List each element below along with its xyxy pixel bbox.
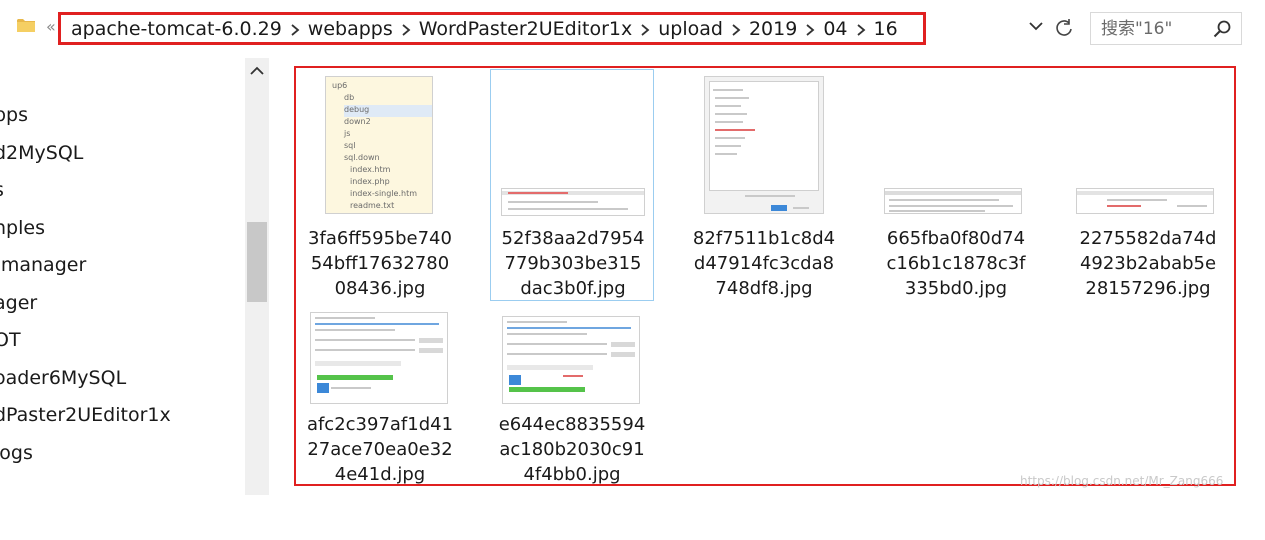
file-name-line: 2275582da74d	[1079, 228, 1217, 249]
file-name-line: dac3b0f.jpg	[520, 278, 626, 299]
file-thumbnail	[502, 316, 640, 404]
search-input[interactable]	[1091, 13, 1209, 44]
folder-icon	[17, 19, 35, 32]
file-name-line: 4f4bb0.jpg	[523, 464, 621, 485]
nav-item[interactable]: s	[0, 179, 4, 201]
thumb-tree-item: index.php	[350, 177, 390, 186]
chevron-right-icon[interactable]	[632, 19, 658, 38]
thumb-tree-item: db	[344, 93, 355, 102]
file-name: afc2c397af1d41 27ace70ea0e32 4e41d.jpg	[298, 412, 462, 487]
file-name-line: 27ace70ea0e32	[307, 439, 453, 460]
scroll-thumb[interactable]	[247, 222, 267, 302]
refresh-icon[interactable]	[1054, 18, 1074, 38]
file-name: 52f38aa2d7954 779b303be315 dac3b0f.jpg	[491, 226, 655, 301]
file-name-line: 52f38aa2d7954	[501, 228, 645, 249]
nav-item[interactable]: OT	[0, 329, 21, 351]
breadcrumb-item[interactable]: upload	[658, 18, 723, 40]
navigation-pane: pps d2MySQL s nples -manager ager OT oad…	[0, 58, 245, 501]
breadcrumb-item[interactable]: apache-tomcat-6.0.29	[71, 18, 282, 40]
file-thumbnail	[704, 76, 824, 214]
watermark: https://blog.csdn.net/Mr_Zang666	[1020, 474, 1224, 488]
nav-item[interactable]: pps	[0, 104, 28, 126]
thumb-tree-item: sql	[344, 141, 356, 150]
thumb-tree-item: debug	[344, 105, 432, 117]
thumb-tree-item: sql.down	[344, 153, 380, 162]
chevron-right-icon[interactable]	[848, 19, 874, 38]
file-item[interactable]: 2275582da74d 4923b2abab5e 28157296.jpg	[1066, 70, 1230, 302]
file-name-line: 4923b2abab5e	[1079, 253, 1217, 274]
breadcrumb-item[interactable]: webapps	[308, 18, 393, 40]
file-name-line: ac180b2030c91	[499, 439, 645, 460]
breadcrumb-item[interactable]: 04	[823, 18, 847, 40]
file-name-line: 08436.jpg	[334, 278, 426, 299]
nav-item[interactable]: logs	[0, 442, 33, 464]
nav-scrollbar[interactable]	[245, 58, 269, 495]
file-name-line: e644ec8835594	[498, 414, 646, 435]
chevron-right-icon[interactable]	[797, 19, 823, 38]
file-name: e644ec8835594 ac180b2030c91 4f4bb0.jpg	[490, 412, 654, 487]
file-item[interactable]: e644ec8835594 ac180b2030c91 4f4bb0.jpg	[490, 308, 654, 540]
thumb-tree-item: index.htm	[350, 165, 391, 174]
file-thumbnail: up6 db debug down2 js sql sql.down index…	[325, 76, 433, 214]
file-name-line: d47914fc3cda8	[693, 253, 835, 274]
breadcrumb[interactable]: apache-tomcat-6.0.29 webapps WordPaster2…	[58, 12, 926, 45]
file-name-line: 4e41d.jpg	[334, 464, 426, 485]
file-name-line: afc2c397af1d41	[306, 414, 454, 435]
file-name-line: 28157296.jpg	[1085, 278, 1211, 299]
nav-item[interactable]: -manager	[0, 254, 86, 276]
thumb-tree-item: down2	[344, 117, 371, 126]
file-name: 2275582da74d 4923b2abab5e 28157296.jpg	[1066, 226, 1230, 301]
nav-item[interactable]: oader6MySQL	[0, 367, 126, 389]
search-icon[interactable]	[1213, 20, 1231, 38]
file-name: 82f7511b1c8d4 d47914fc3cda8 748df8.jpg	[682, 226, 846, 301]
thumb-tree-item: js	[344, 129, 351, 138]
file-name-line: 665fba0f80d74	[886, 228, 1026, 249]
file-name-line: 3fa6ff595be740	[308, 228, 452, 249]
breadcrumb-item[interactable]: 2019	[749, 18, 797, 40]
thumb-tree-item: index-single.htm	[350, 189, 417, 198]
file-list: up6 db debug down2 js sql sql.down index…	[294, 66, 1236, 486]
file-thumbnail	[1076, 188, 1214, 214]
file-item[interactable]: up6 db debug down2 js sql sql.down index…	[298, 70, 462, 302]
file-item[interactable]: 82f7511b1c8d4 d47914fc3cda8 748df8.jpg	[682, 70, 846, 302]
file-thumbnail	[501, 188, 645, 216]
breadcrumb-item[interactable]: WordPaster2UEditor1x	[419, 18, 633, 40]
thumb-tree-item: up6	[332, 81, 348, 90]
file-name-line: 779b303be315	[504, 253, 642, 274]
chevron-down-icon[interactable]	[1028, 20, 1044, 32]
nav-item[interactable]: dPaster2UEditor1x	[0, 404, 171, 426]
chevron-right-icon[interactable]	[723, 19, 749, 38]
file-item[interactable]: afc2c397af1d41 27ace70ea0e32 4e41d.jpg	[298, 308, 462, 540]
file-item[interactable]: 665fba0f80d74 c16b1c1878c3f 335bd0.jpg	[874, 70, 1038, 302]
address-bar: « apache-tomcat-6.0.29 webapps WordPaste…	[0, 0, 1265, 58]
file-item-selected[interactable]: 52f38aa2d7954 779b303be315 dac3b0f.jpg	[490, 69, 654, 301]
file-name-line: 82f7511b1c8d4	[692, 228, 836, 249]
nav-item[interactable]: ager	[0, 292, 37, 314]
file-thumbnail	[884, 188, 1022, 214]
file-name: 3fa6ff595be740 54bff17632780 08436.jpg	[298, 226, 462, 301]
file-name-line: c16b1c1878c3f	[886, 253, 1026, 274]
chevron-right-icon[interactable]	[282, 19, 308, 38]
file-name-line: 54bff17632780	[310, 253, 450, 274]
chevron-right-icon[interactable]	[393, 19, 419, 38]
thumb-tree-item: readme.txt	[350, 201, 395, 210]
nav-item[interactable]: nples	[0, 217, 45, 239]
file-name: 665fba0f80d74 c16b1c1878c3f 335bd0.jpg	[874, 226, 1038, 301]
breadcrumb-overflow[interactable]: «	[46, 17, 56, 36]
search-box[interactable]	[1090, 12, 1242, 45]
nav-item[interactable]: d2MySQL	[0, 142, 83, 164]
breadcrumb-item[interactable]: 16	[874, 18, 898, 40]
file-thumbnail	[310, 312, 448, 404]
file-name-line: 748df8.jpg	[715, 278, 813, 299]
file-name-line: 335bd0.jpg	[904, 278, 1008, 299]
chevron-up-icon[interactable]	[249, 64, 265, 78]
